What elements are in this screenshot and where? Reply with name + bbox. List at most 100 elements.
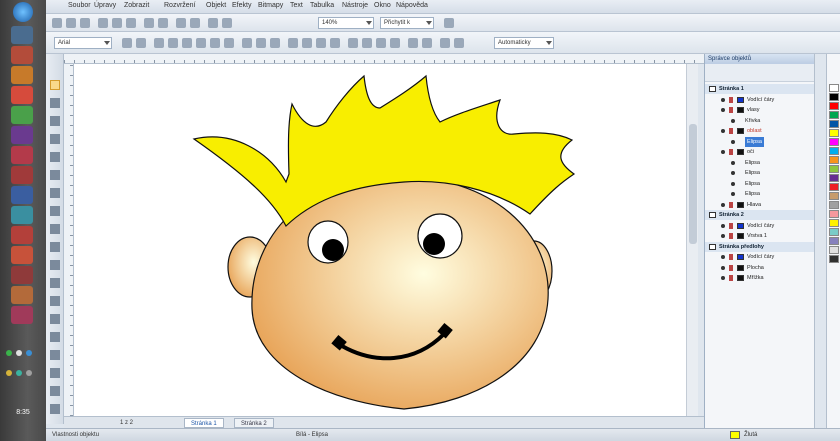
tree-layer-row[interactable]: vlasy (705, 105, 815, 115)
tree-layer-row[interactable]: Hlava (705, 200, 815, 210)
app-icon[interactable] (11, 246, 33, 264)
editable-pen-icon[interactable] (729, 149, 733, 155)
tray-icon[interactable] (26, 350, 32, 356)
app-icon[interactable] (11, 206, 33, 224)
app-icon[interactable] (11, 86, 33, 104)
extract-icon[interactable] (408, 38, 418, 48)
node-icon[interactable] (210, 38, 220, 48)
start-button[interactable] (13, 2, 33, 22)
reflect-icon[interactable] (362, 38, 372, 48)
node-icon[interactable] (196, 38, 206, 48)
visibility-eye-icon[interactable] (721, 234, 725, 238)
horizontal-ruler[interactable] (64, 54, 704, 64)
reflect-icon[interactable] (376, 38, 386, 48)
canvas-vertical-scrollbar[interactable] (686, 64, 698, 416)
menu-item[interactable]: Text (290, 2, 303, 9)
blend-tool-icon[interactable] (50, 332, 60, 342)
import-icon[interactable] (176, 18, 186, 28)
editable-pen-icon[interactable] (729, 128, 733, 134)
visibility-eye-icon[interactable] (721, 108, 725, 112)
palette-swatch[interactable] (829, 93, 839, 101)
eyedropper-tool-icon[interactable] (50, 350, 60, 360)
cartoon-face-drawing[interactable] (74, 64, 686, 416)
table-tool-icon[interactable] (50, 278, 60, 288)
align-icon[interactable] (316, 38, 326, 48)
node-icon[interactable] (168, 38, 178, 48)
text-tool-icon[interactable] (50, 260, 60, 270)
menu-item[interactable]: Bitmapy (258, 2, 283, 9)
new-document-icon[interactable] (52, 18, 62, 28)
menu-item[interactable]: Efekty (232, 2, 251, 9)
interactive-fill-tool-icon[interactable] (50, 404, 60, 414)
tree-object-row[interactable]: Elipsa (705, 189, 815, 199)
menu-item[interactable]: Tabulka (310, 2, 334, 9)
visibility-eye-icon[interactable] (721, 129, 725, 133)
menu-item[interactable]: Okno (374, 2, 391, 9)
palette-swatch[interactable] (829, 210, 839, 218)
vertical-ruler[interactable] (64, 64, 74, 416)
docker-tab-strip[interactable] (814, 54, 826, 428)
tray-icon[interactable] (26, 370, 32, 376)
curve-icon[interactable] (242, 38, 252, 48)
align-icon[interactable] (288, 38, 298, 48)
visibility-eye-icon[interactable] (721, 150, 725, 154)
align-icon[interactable] (330, 38, 340, 48)
tray-icon[interactable] (6, 370, 12, 376)
editable-pen-icon[interactable] (729, 233, 733, 239)
visibility-eye-icon[interactable] (721, 276, 725, 280)
app-icon[interactable] (11, 266, 33, 284)
shape-tool-icon[interactable] (50, 98, 60, 108)
palette-swatch[interactable] (829, 219, 839, 227)
tray-icon[interactable] (6, 350, 12, 356)
app-icon[interactable] (11, 226, 33, 244)
rectangle-tool-icon[interactable] (50, 188, 60, 198)
options-icon[interactable] (444, 18, 454, 28)
editable-pen-icon[interactable] (729, 264, 733, 271)
elastic-icon[interactable] (454, 38, 464, 48)
palette-swatch[interactable] (829, 120, 839, 128)
menu-item[interactable]: Nástroje (342, 2, 368, 9)
visibility-eye-icon[interactable] (721, 223, 725, 228)
copy-icon[interactable] (112, 18, 122, 28)
zoom-combo[interactable]: 140% (318, 17, 374, 29)
app-icon[interactable] (11, 186, 33, 204)
app-icon[interactable] (11, 46, 33, 64)
palette-swatch[interactable] (829, 138, 839, 146)
polygon-tool-icon[interactable] (50, 224, 60, 234)
reflect-icon[interactable] (390, 38, 400, 48)
palette-swatch[interactable] (829, 84, 839, 92)
page-tab-2[interactable]: Stránka 2 (234, 418, 274, 428)
tray-icon[interactable] (16, 370, 22, 376)
tree-layer-row[interactable]: Plocha (705, 263, 815, 273)
open-icon[interactable] (66, 18, 76, 28)
editable-pen-icon[interactable] (729, 254, 733, 260)
app-icon[interactable] (11, 286, 33, 304)
app-icon[interactable] (11, 106, 33, 124)
editable-pen-icon[interactable] (729, 222, 733, 229)
extract-icon[interactable] (422, 38, 432, 48)
visibility-eye-icon[interactable] (721, 265, 725, 270)
tree-page-row[interactable]: Stránka 1 (705, 84, 815, 94)
palette-swatch[interactable] (829, 147, 839, 155)
visibility-eye-icon[interactable] (721, 97, 725, 102)
palette-swatch[interactable] (829, 165, 839, 173)
menu-item[interactable]: Zobrazit (124, 2, 149, 9)
tree-object-row[interactable]: Křivka (705, 116, 815, 126)
app-icon[interactable] (11, 126, 33, 144)
freehand-tool-icon[interactable] (50, 152, 60, 162)
welcome-screen-icon[interactable] (222, 18, 232, 28)
palette-swatch[interactable] (829, 174, 839, 182)
visibility-eye-icon[interactable] (721, 202, 725, 207)
outline-tool-icon[interactable] (50, 368, 60, 378)
palette-swatch[interactable] (829, 246, 839, 254)
save-icon[interactable] (80, 18, 90, 28)
curve-icon[interactable] (256, 38, 266, 48)
drawing-canvas[interactable] (74, 64, 686, 416)
palette-swatch[interactable] (829, 237, 839, 245)
node-icon[interactable] (182, 38, 192, 48)
connector-tool-icon[interactable] (50, 314, 60, 324)
palette-swatch[interactable] (829, 129, 839, 137)
tree-page-row[interactable]: Stránka 2 (705, 210, 815, 220)
tree-layer-row[interactable]: Vodící čáry (705, 252, 815, 262)
dimension-tool-icon[interactable] (50, 296, 60, 306)
